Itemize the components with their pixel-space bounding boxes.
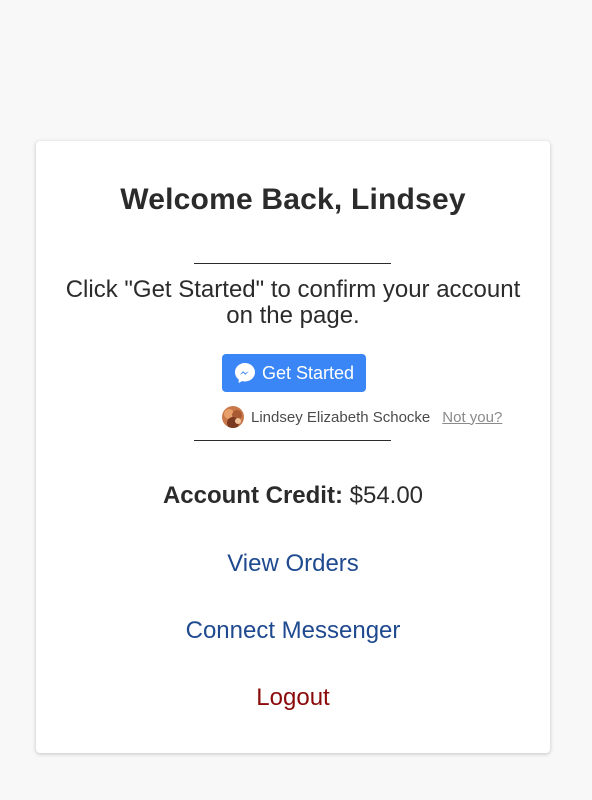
messenger-icon xyxy=(233,361,257,385)
top-divider xyxy=(194,263,391,264)
view-orders-link[interactable]: View Orders xyxy=(36,550,550,578)
logout-link[interactable]: Logout xyxy=(36,684,550,712)
user-name: Lindsey Elizabeth Schocke xyxy=(251,408,431,426)
welcome-card xyxy=(36,141,550,753)
account-credit-label: Account Credit: xyxy=(162,482,343,509)
instructions-text: Click "Get Started" to confirm your acco… xyxy=(65,276,521,329)
account-credit-value: $54.00 xyxy=(349,482,424,509)
welcome-title: Welcome Back, Lindsey xyxy=(120,183,466,216)
account-credit: Account Credit: $54.00 xyxy=(36,482,550,510)
not-you-link[interactable]: Not you? xyxy=(442,409,502,426)
get-started-label: Get Started xyxy=(262,362,355,383)
get-started-button[interactable]: Get Started xyxy=(222,354,366,392)
bottom-divider xyxy=(194,440,391,441)
user-avatar xyxy=(222,406,244,428)
connect-messenger-link[interactable]: Connect Messenger xyxy=(36,617,550,645)
messenger-user-row: Lindsey Elizabeth Schocke Not you? xyxy=(222,406,502,428)
